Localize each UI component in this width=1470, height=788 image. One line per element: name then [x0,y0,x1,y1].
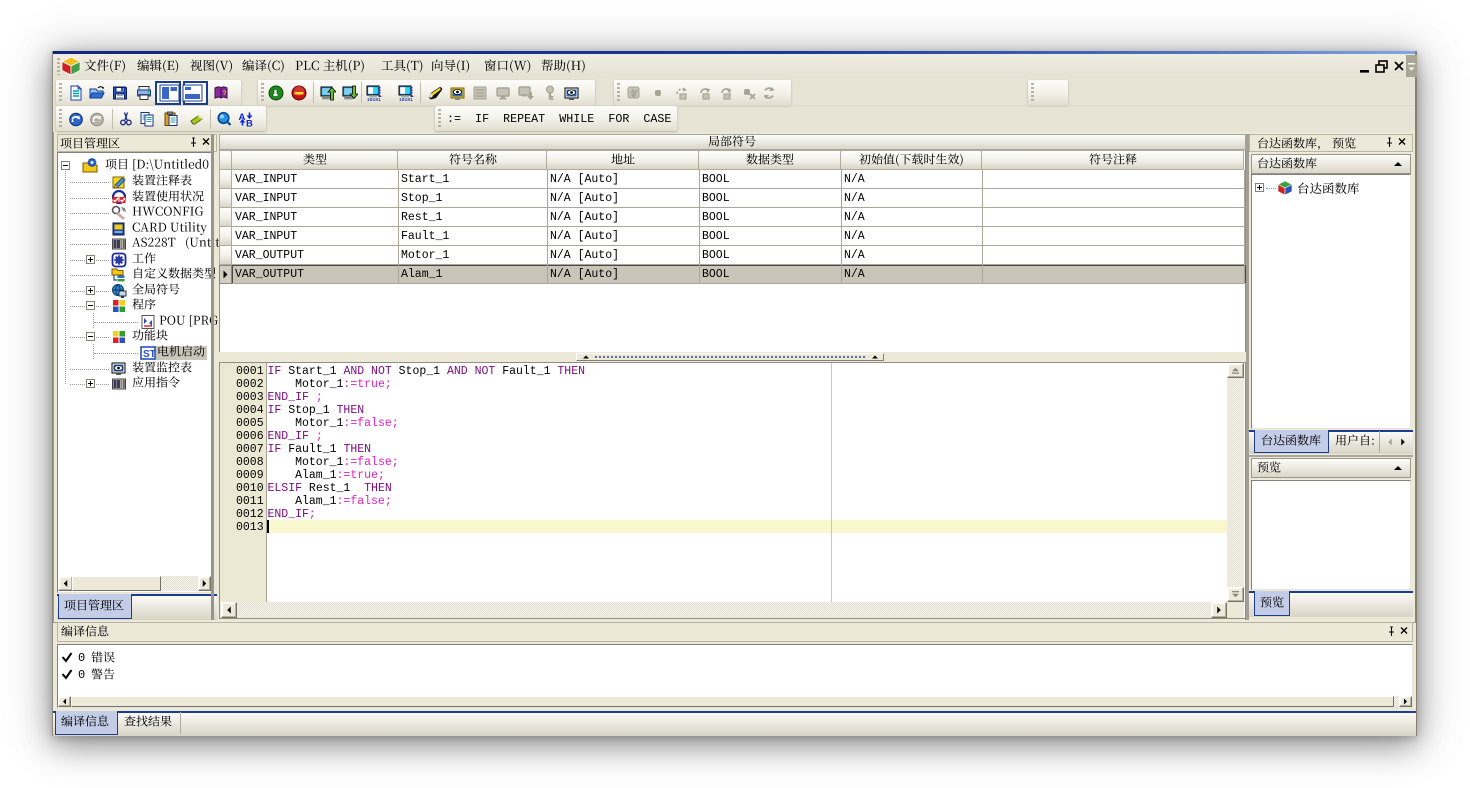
svg-text:ST: ST [143,349,156,360]
svg-text:10101: 10101 [367,97,381,101]
svg-text:B: B [246,119,253,128]
svg-text:10101: 10101 [399,97,413,101]
